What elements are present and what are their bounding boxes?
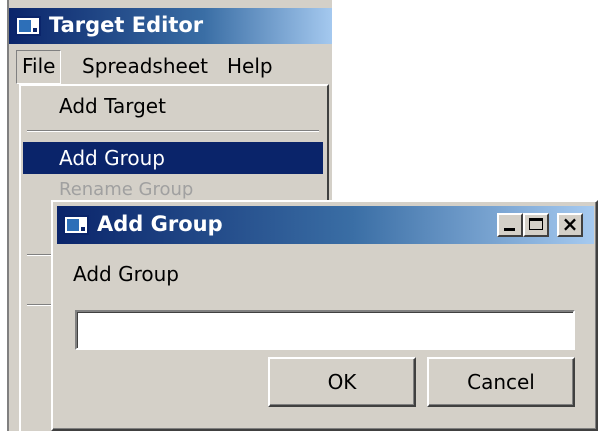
menu-separator	[27, 130, 319, 132]
app-window-icon[interactable]	[63, 215, 89, 235]
maximize-icon	[529, 218, 543, 230]
close-button[interactable]: ×	[557, 212, 583, 237]
menu-item-add-group[interactable]: Add Group	[23, 142, 323, 174]
menu-help[interactable]: Help	[222, 50, 278, 82]
ok-button[interactable]: OK	[268, 357, 416, 407]
maximize-button[interactable]	[523, 213, 549, 237]
add-group-dialog: Add Group × Add Group OK Cancel	[51, 200, 598, 431]
main-titlebar[interactable]: Target Editor	[9, 8, 332, 44]
minimize-button[interactable]	[497, 213, 523, 237]
minimize-icon	[504, 228, 515, 231]
menu-file[interactable]: File	[16, 50, 62, 84]
main-window-title: Target Editor	[49, 13, 204, 37]
menubar: File Spreadsheet Help	[9, 46, 332, 86]
menu-item-add-target[interactable]: Add Target	[23, 90, 323, 122]
group-name-input[interactable]	[75, 310, 575, 350]
dialog-prompt-label: Add Group	[73, 262, 179, 286]
menu-spreadsheet[interactable]: Spreadsheet	[77, 50, 213, 82]
dialog-title: Add Group	[97, 212, 223, 236]
dialog-titlebar[interactable]: Add Group ×	[57, 206, 594, 244]
app-window-icon[interactable]	[15, 16, 41, 36]
cancel-button[interactable]: Cancel	[427, 357, 575, 407]
close-icon: ×	[561, 212, 579, 236]
